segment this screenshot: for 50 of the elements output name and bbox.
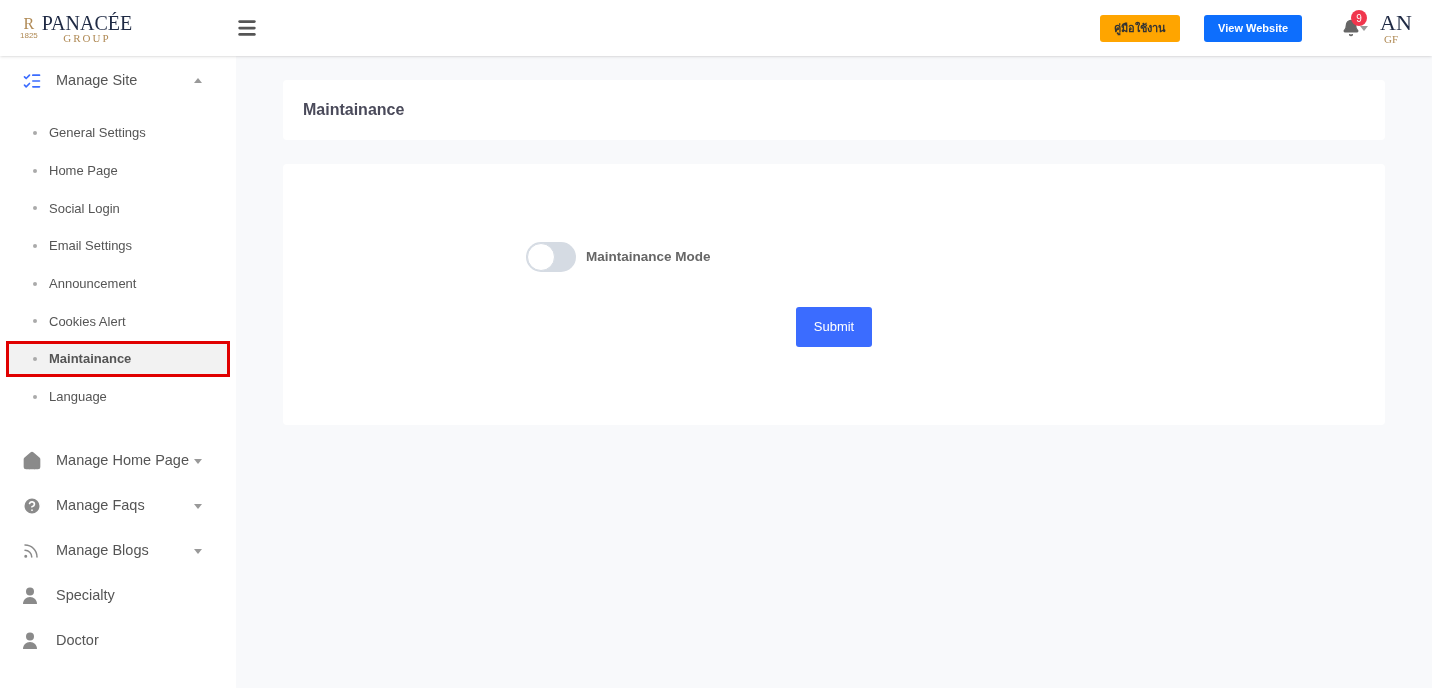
submenu-item[interactable]: Social Login [6,190,230,227]
caret-icon [194,548,202,554]
sidebar-item[interactable]: Manage Blogs [0,528,236,574]
bullet-icon [33,319,37,324]
sidebar-item-label: Manage Faqs [56,496,146,516]
bullet-icon [33,394,37,399]
toggle-switch[interactable] [526,242,576,272]
bullet-icon [33,206,37,211]
toggle-label: Maintainance Mode [586,247,711,266]
bullet-icon [33,168,37,173]
sidebar-item-label: Manage Home Page [56,451,190,471]
sidebar-item[interactable]: Manage Home Page [0,438,236,484]
bullet-icon [33,357,37,362]
submenu-item[interactable]: Announcement [6,265,230,302]
sidebar-item[interactable]: Manage Faqs [0,483,236,529]
help-icon [22,496,42,517]
bullet-icon [33,131,37,135]
profile-logo-subtitle: GF [1383,33,1399,45]
caret-icon [194,78,202,83]
submenu-item[interactable]: Language [6,378,230,415]
logo-subtitle: GROUP [63,32,111,44]
menu-icon[interactable] [236,17,258,39]
notification-badge: 9 [1351,10,1367,26]
sidebar-item[interactable]: Manage Site [0,58,236,103]
submenu-item[interactable]: General Settings [6,115,230,151]
submenu-item[interactable]: Maintainance [6,341,230,378]
bullet-icon [33,281,37,286]
sidebar-item-label: Doctor [56,631,100,651]
home-icon [22,451,42,472]
submit-button[interactable]: Submit [796,307,872,347]
sidebar-item-label: Manage Site [56,70,139,90]
profile-logo-name: AN [1380,11,1412,34]
profile-logo[interactable]: AN GF [1380,11,1432,45]
bullet-icon [33,244,37,249]
view-website-button[interactable]: View Website [1204,14,1302,42]
sidebar-item[interactable]: Doctor [0,618,236,664]
manual-button[interactable]: คู่มือใช้งาน [1100,14,1181,42]
sidebar-item-label: Specialty [56,586,116,606]
page-title: Maintainance [303,100,405,120]
logo-monogram: R [23,16,35,32]
caret-icon [194,503,202,509]
caret-icon [194,458,202,464]
sidebar-item-label: Manage Blogs [56,541,150,561]
sidebar-item[interactable]: Specialty [0,573,236,619]
rss-icon [22,542,40,561]
submenu-item[interactable]: Cookies Alert [6,303,230,340]
submenu-item[interactable]: Home Page [6,152,230,189]
submenu-item[interactable]: Email Settings [6,228,230,265]
logo-name: PANACÉE [41,12,133,33]
logo-year: 1825 [20,32,38,40]
